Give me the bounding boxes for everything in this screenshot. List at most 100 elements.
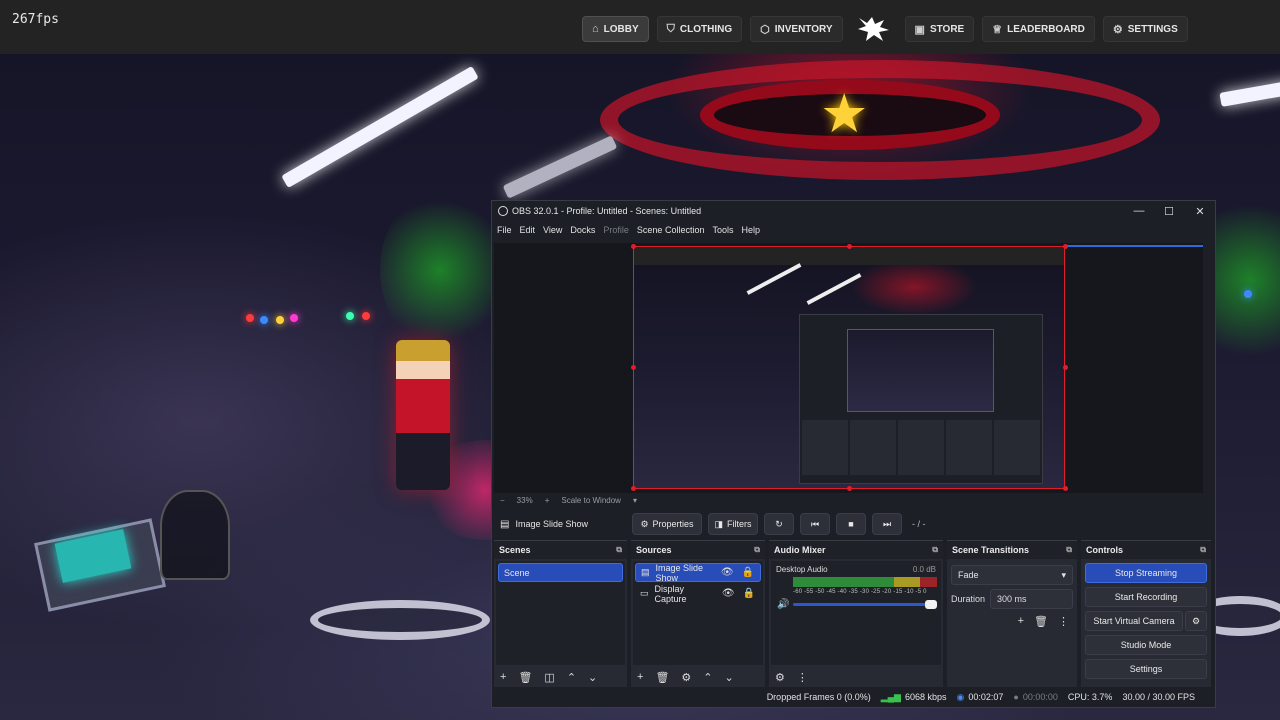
start-virtual-camera-button[interactable]: Start Virtual Camera [1085, 611, 1183, 631]
sources-dock-title: Sources ⧉ [631, 541, 765, 559]
start-recording-button[interactable]: Start Recording [1085, 587, 1207, 607]
scale-to-window-button[interactable]: Scale to Window [561, 496, 621, 505]
selected-source: ▤ Image Slide Show [494, 519, 632, 530]
preview-nested-panel [802, 420, 848, 475]
add-icon[interactable]: + [1018, 615, 1024, 628]
scene-item[interactable]: Scene [498, 563, 623, 582]
more-icon[interactable]: ⋮ [797, 671, 808, 684]
undock-icon[interactable]: ⧉ [616, 545, 622, 555]
gear-icon[interactable]: ⚙ [1185, 611, 1207, 631]
zoom-out-button[interactable]: − [500, 496, 505, 505]
resize-handle[interactable] [631, 365, 636, 370]
filter-icon: ◨ [714, 518, 723, 529]
chevron-down-icon[interactable]: ⌄ [725, 671, 734, 684]
chevron-down-icon[interactable]: ▾ [633, 496, 637, 505]
source-item[interactable]: ▭ Display Capture 👁 🔒 [635, 584, 761, 604]
docks-row: Scenes ⧉ Scene + 🗑 ◫ ⌃ ⌄ Sources ⧉ ▤ Ima… [492, 540, 1215, 689]
duration-input[interactable]: 300 ms [990, 589, 1073, 609]
menu-docks[interactable]: Docks [570, 225, 595, 235]
zoom-in-button[interactable]: + [545, 496, 550, 505]
undock-icon[interactable]: ⧉ [1066, 545, 1072, 555]
restart-button[interactable]: ↻ [764, 513, 794, 535]
filter-icon[interactable]: ◫ [544, 671, 554, 684]
obs-titlebar[interactable]: OBS 32.0.1 - Profile: Untitled - Scenes:… [492, 201, 1215, 221]
menu-scene-collection[interactable]: Scene Collection [637, 225, 705, 235]
resize-handle[interactable] [631, 244, 636, 249]
menu-view[interactable]: View [543, 225, 562, 235]
transitions-dock-title: Scene Transitions ⧉ [947, 541, 1077, 559]
chevron-up-icon[interactable]: ⌃ [703, 671, 712, 684]
close-icon[interactable]: ✕ [1185, 201, 1215, 221]
add-icon[interactable]: + [637, 671, 643, 683]
stop-streaming-button[interactable]: Stop Streaming [1085, 563, 1207, 583]
mixer-settings-icon[interactable]: ⚙ [775, 671, 785, 684]
preview-canvas[interactable] [633, 246, 1065, 489]
maximize-icon[interactable]: ☐ [1154, 201, 1184, 221]
main-nav: ⌂ LOBBY ⛉ CLOTHING ⬡ INVENTORY ▣ STORE ♕… [582, 14, 1196, 44]
trash-icon[interactable]: 🗑 [655, 671, 669, 684]
nav-lobby-button[interactable]: ⌂ LOBBY [582, 16, 649, 42]
wolf-logo-icon[interactable] [855, 14, 893, 44]
preview-guide-line [1065, 245, 1203, 247]
record-time: 00:00:00 [1022, 692, 1058, 702]
resize-handle[interactable] [1063, 365, 1068, 370]
source-toolbar: ▤ Image Slide Show ⚙ Properties ◨ Filter… [494, 510, 1215, 538]
lock-icon[interactable]: 🔒 [743, 588, 755, 599]
eye-icon[interactable]: 👁 [722, 588, 735, 599]
previous-button[interactable]: ⏮ [800, 513, 830, 535]
nav-settings-button[interactable]: ⚙ SETTINGS [1102, 16, 1188, 42]
resize-handle[interactable] [1063, 486, 1068, 491]
add-icon[interactable]: + [500, 671, 506, 683]
nav-clothing-button[interactable]: ⛉ CLOTHING [656, 16, 743, 42]
undock-icon[interactable]: ⧉ [754, 545, 760, 555]
source-item[interactable]: ▤ Image Slide Show 👁 🔒 [635, 563, 761, 583]
speaker-icon[interactable]: 🔊 [777, 599, 789, 610]
minimize-icon[interactable]: — [1124, 201, 1154, 221]
stop-button[interactable]: ■ [836, 513, 866, 535]
undock-icon[interactable]: ⧉ [1200, 545, 1206, 555]
chevron-up-icon[interactable]: ⌃ [567, 671, 576, 684]
preview-area[interactable] [494, 243, 1203, 493]
gear-icon: ⚙ [1112, 23, 1123, 36]
menu-edit[interactable]: Edit [520, 225, 536, 235]
lock-icon[interactable]: 🔒 [742, 567, 754, 578]
more-icon[interactable]: ⋮ [1058, 615, 1069, 628]
nav-leaderboard-button[interactable]: ♕ LEADERBOARD [982, 16, 1095, 42]
resize-handle[interactable] [847, 244, 852, 249]
resize-handle[interactable] [631, 486, 636, 491]
filters-button[interactable]: ◨ Filters [708, 513, 758, 535]
trash-icon[interactable]: 🗑 [518, 671, 532, 684]
duration-value: 300 ms [997, 594, 1027, 604]
game-topbar: 267fps ⌂ LOBBY ⛉ CLOTHING ⬡ INVENTORY ▣ … [0, 0, 1280, 54]
preview-nested-obs [799, 314, 1043, 484]
chevron-down-icon[interactable]: ⌄ [588, 671, 597, 684]
light-bulb [260, 316, 268, 324]
nav-store-button[interactable]: ▣ STORE [904, 16, 975, 42]
menu-tools[interactable]: Tools [712, 225, 733, 235]
undock-icon[interactable]: ⧉ [932, 545, 938, 555]
studio-mode-button[interactable]: Studio Mode [1085, 635, 1207, 655]
menu-profile[interactable]: Profile [603, 225, 629, 235]
volume-slider-knob[interactable] [925, 600, 937, 609]
trash-icon[interactable]: 🗑 [1034, 615, 1048, 628]
preview-light [746, 263, 802, 295]
menu-file[interactable]: File [497, 225, 512, 235]
window-title: OBS 32.0.1 - Profile: Untitled - Scenes:… [512, 206, 702, 216]
transition-select[interactable]: Fade ▾ [951, 565, 1073, 585]
preview-mini-topbar [634, 247, 1064, 265]
resize-handle[interactable] [1063, 244, 1068, 249]
next-button[interactable]: ⏭ [872, 513, 902, 535]
gear-icon[interactable]: ⚙ [681, 671, 691, 684]
menu-help[interactable]: Help [741, 225, 760, 235]
resize-handle[interactable] [847, 486, 852, 491]
nav-label: INVENTORY [774, 23, 833, 35]
scenes-dock-title: Scenes ⧉ [494, 541, 627, 559]
settings-button[interactable]: Settings [1085, 659, 1207, 679]
light-bulb [276, 316, 284, 324]
volume-slider[interactable] [793, 600, 937, 609]
eye-icon[interactable]: 👁 [721, 567, 734, 578]
nav-inventory-button[interactable]: ⬡ INVENTORY [750, 16, 843, 42]
properties-button[interactable]: ⚙ Properties [632, 513, 702, 535]
sources-dock: Sources ⧉ ▤ Image Slide Show 👁 🔒 ▭ Displa… [631, 540, 765, 689]
meter-yellow [893, 577, 920, 587]
